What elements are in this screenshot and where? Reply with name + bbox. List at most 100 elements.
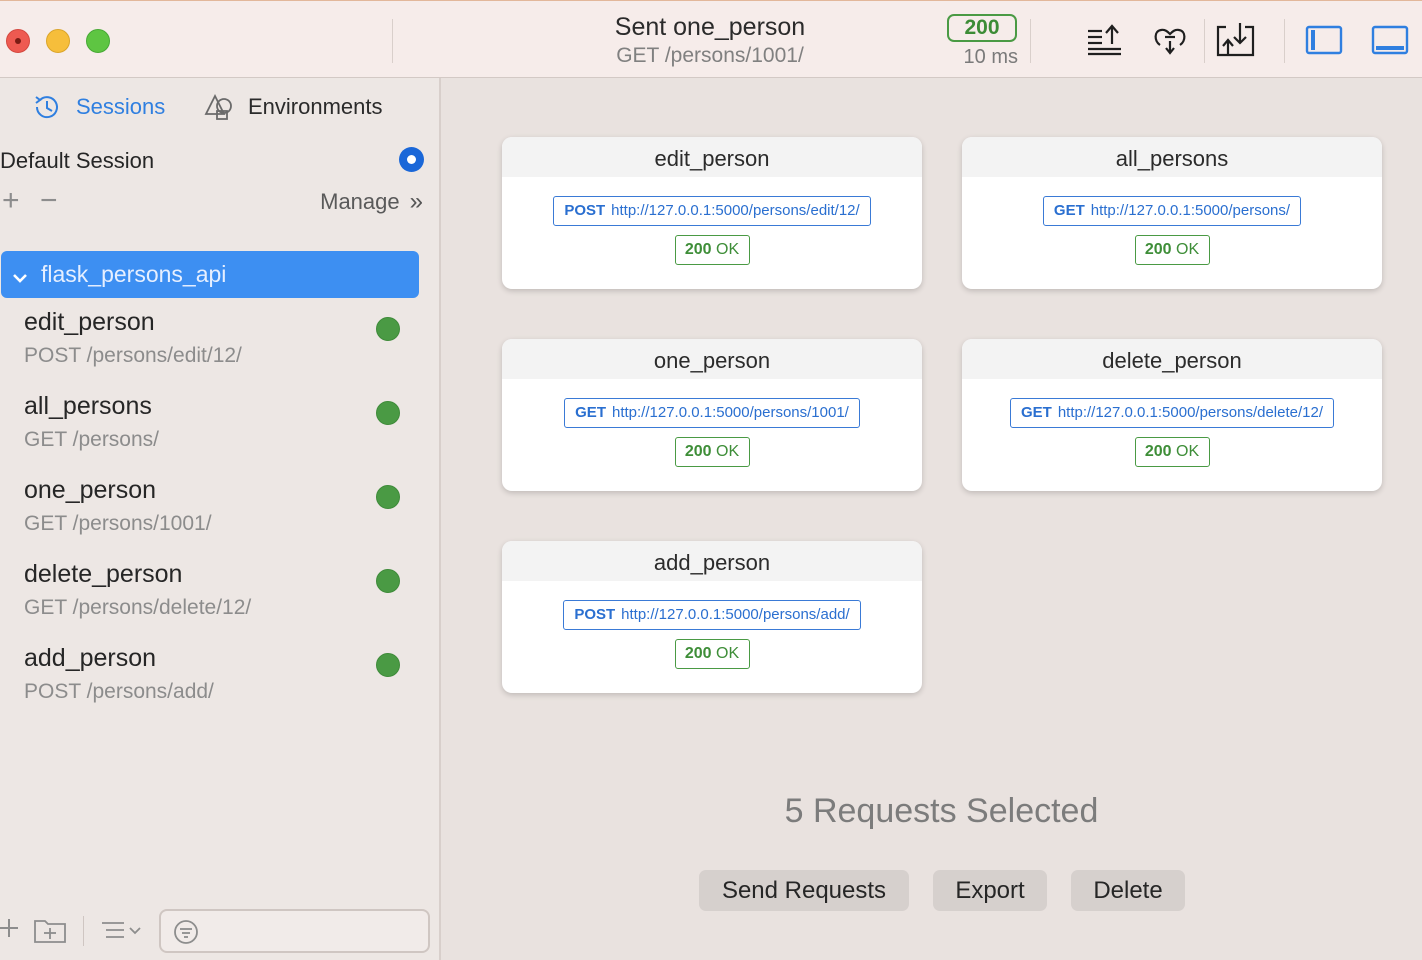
tab-environments-label: Environments xyxy=(248,94,383,119)
card-status-code: 200 xyxy=(684,241,712,258)
card-title: one_person xyxy=(502,339,922,379)
tab-environments[interactable]: Environments xyxy=(204,90,383,124)
status-dot xyxy=(376,485,400,509)
card-title: all_persons xyxy=(962,137,1382,177)
card-title: delete_person xyxy=(962,339,1382,379)
export-button[interactable]: Export xyxy=(933,870,1047,911)
card-url-text: http://127.0.0.1:5000/persons/ xyxy=(1090,202,1291,219)
card-method: POST xyxy=(564,202,606,219)
status-dot xyxy=(376,653,400,677)
close-window-button[interactable] xyxy=(6,29,30,53)
card-url: GET http://127.0.0.1:5000/persons/1001/ xyxy=(564,398,860,428)
window-subtitle: GET /persons/1001/ xyxy=(616,44,804,67)
request-name: all_persons xyxy=(24,392,152,420)
double-chevron-right-icon: » xyxy=(409,188,423,215)
request-name: delete_person xyxy=(24,560,183,588)
card-title: edit_person xyxy=(502,137,922,177)
request-name: one_person xyxy=(24,476,157,504)
request-route: GET /persons/delete/12/ xyxy=(24,596,252,619)
add-session-button[interactable]: + xyxy=(2,184,20,218)
card-status: 200 OK xyxy=(1134,437,1210,467)
heart-link-icon[interactable] xyxy=(1150,21,1190,59)
title-bar: Sent one_person GET /persons/1001/ 200 1… xyxy=(0,0,1422,78)
card-url: POST http://127.0.0.1:5000/persons/add/ xyxy=(563,600,861,630)
sort-options-icon[interactable] xyxy=(100,918,144,944)
card-url-text: http://127.0.0.1:5000/persons/edit/12/ xyxy=(611,202,860,219)
export-icon[interactable] xyxy=(1084,21,1124,59)
card-status-text: OK xyxy=(716,241,740,258)
card-method: GET xyxy=(575,404,606,421)
request-route: GET /persons/1001/ xyxy=(24,512,212,535)
card-status: 200 OK xyxy=(674,639,750,669)
sidebar: Sessions Environments Default Session + … xyxy=(0,78,441,960)
manage-label: Manage xyxy=(320,189,400,214)
toolbar-divider xyxy=(1204,19,1205,63)
card-status: 200 OK xyxy=(1134,235,1210,265)
request-name: add_person xyxy=(24,644,157,672)
zoom-window-button[interactable] xyxy=(86,29,110,53)
delete-button[interactable]: Delete xyxy=(1071,870,1185,911)
session-radio[interactable] xyxy=(399,147,424,172)
request-route: POST /persons/edit/12/ xyxy=(24,344,242,367)
status-dot xyxy=(376,569,400,593)
request-item-add-person[interactable]: add_person POST /persons/add/ xyxy=(0,644,430,728)
request-card-all-persons[interactable]: all_persons GET http://127.0.0.1:5000/per… xyxy=(962,137,1382,289)
card-url-text: http://127.0.0.1:5000/persons/delete/12/ xyxy=(1057,404,1324,421)
card-status-text: OK xyxy=(1176,241,1200,258)
card-status-text: OK xyxy=(1176,443,1200,460)
clock-icon xyxy=(35,96,58,119)
card-url: GET http://127.0.0.1:5000/persons/delete/… xyxy=(1009,398,1335,428)
card-status-code: 200 xyxy=(1144,241,1172,258)
card-method: POST xyxy=(574,606,616,623)
minimize-window-button[interactable] xyxy=(46,29,70,53)
card-url: POST http://127.0.0.1:5000/persons/edit/1… xyxy=(553,196,871,226)
toggle-sidebar-icon[interactable] xyxy=(1304,21,1344,59)
selection-count: 5 Requests Selected xyxy=(784,792,1099,830)
status-dot xyxy=(376,401,400,425)
toolbar-divider xyxy=(1030,19,1031,63)
folder-flask-persons-api[interactable]: flask_persons_api xyxy=(1,251,419,298)
card-status: 200 OK xyxy=(674,235,750,265)
chevron-down-icon xyxy=(11,266,29,284)
card-url-text: http://127.0.0.1:5000/persons/1001/ xyxy=(611,404,849,421)
toggle-bottom-panel-icon[interactable] xyxy=(1370,21,1410,59)
card-status-text: OK xyxy=(716,443,740,460)
card-status: 200 OK xyxy=(674,437,750,467)
card-status-code: 200 xyxy=(684,645,712,662)
session-name[interactable]: Default Session xyxy=(0,148,154,174)
card-status-code: 200 xyxy=(1144,443,1172,460)
request-item-edit-person[interactable]: edit_person POST /persons/edit/12/ xyxy=(0,308,430,392)
request-card-edit-person[interactable]: edit_person POST http://127.0.0.1:5000/pe… xyxy=(502,137,922,289)
shapes-icon xyxy=(204,93,232,120)
plus-icon[interactable] xyxy=(0,918,20,938)
remove-session-button[interactable]: − xyxy=(40,184,58,218)
request-item-one-person[interactable]: one_person GET /persons/1001/ xyxy=(0,476,430,560)
card-url: GET http://127.0.0.1:5000/persons/ xyxy=(1042,196,1302,226)
request-card-delete-person[interactable]: delete_person GET http://127.0.0.1:5000/p… xyxy=(962,339,1382,491)
tab-sessions[interactable]: Sessions xyxy=(32,90,165,124)
response-time: 10 ms xyxy=(963,46,1018,68)
card-status-code: 200 xyxy=(684,443,712,460)
request-item-all-persons[interactable]: all_persons GET /persons/ xyxy=(0,392,430,476)
request-card-one-person[interactable]: one_person GET http://127.0.0.1:5000/pers… xyxy=(502,339,922,491)
card-method: GET xyxy=(1020,404,1052,421)
card-status-text: OK xyxy=(716,645,740,662)
send-requests-button[interactable]: Send Requests xyxy=(699,870,909,911)
card-url-text: http://127.0.0.1:5000/persons/add/ xyxy=(621,606,850,623)
sidebar-bottom-bar xyxy=(0,904,441,960)
import-tray-icon[interactable] xyxy=(1216,21,1256,59)
filter-icon xyxy=(174,920,198,944)
manage-button[interactable]: Manage » xyxy=(320,188,423,216)
bottom-divider xyxy=(83,916,84,946)
status-dot xyxy=(376,317,400,341)
request-route: POST /persons/add/ xyxy=(24,680,214,703)
card-title: add_person xyxy=(502,541,922,581)
folder-label: flask_persons_api xyxy=(41,261,227,287)
filter-input[interactable] xyxy=(209,917,419,945)
status-badge: 200 xyxy=(947,14,1017,42)
request-card-add-person[interactable]: add_person POST http://127.0.0.1:5000/per… xyxy=(502,541,922,693)
window-title: Sent one_person xyxy=(614,13,806,41)
filter-field[interactable] xyxy=(159,909,430,953)
request-item-delete-person[interactable]: delete_person GET /persons/delete/12/ xyxy=(0,560,430,644)
new-folder-icon[interactable] xyxy=(33,916,67,944)
